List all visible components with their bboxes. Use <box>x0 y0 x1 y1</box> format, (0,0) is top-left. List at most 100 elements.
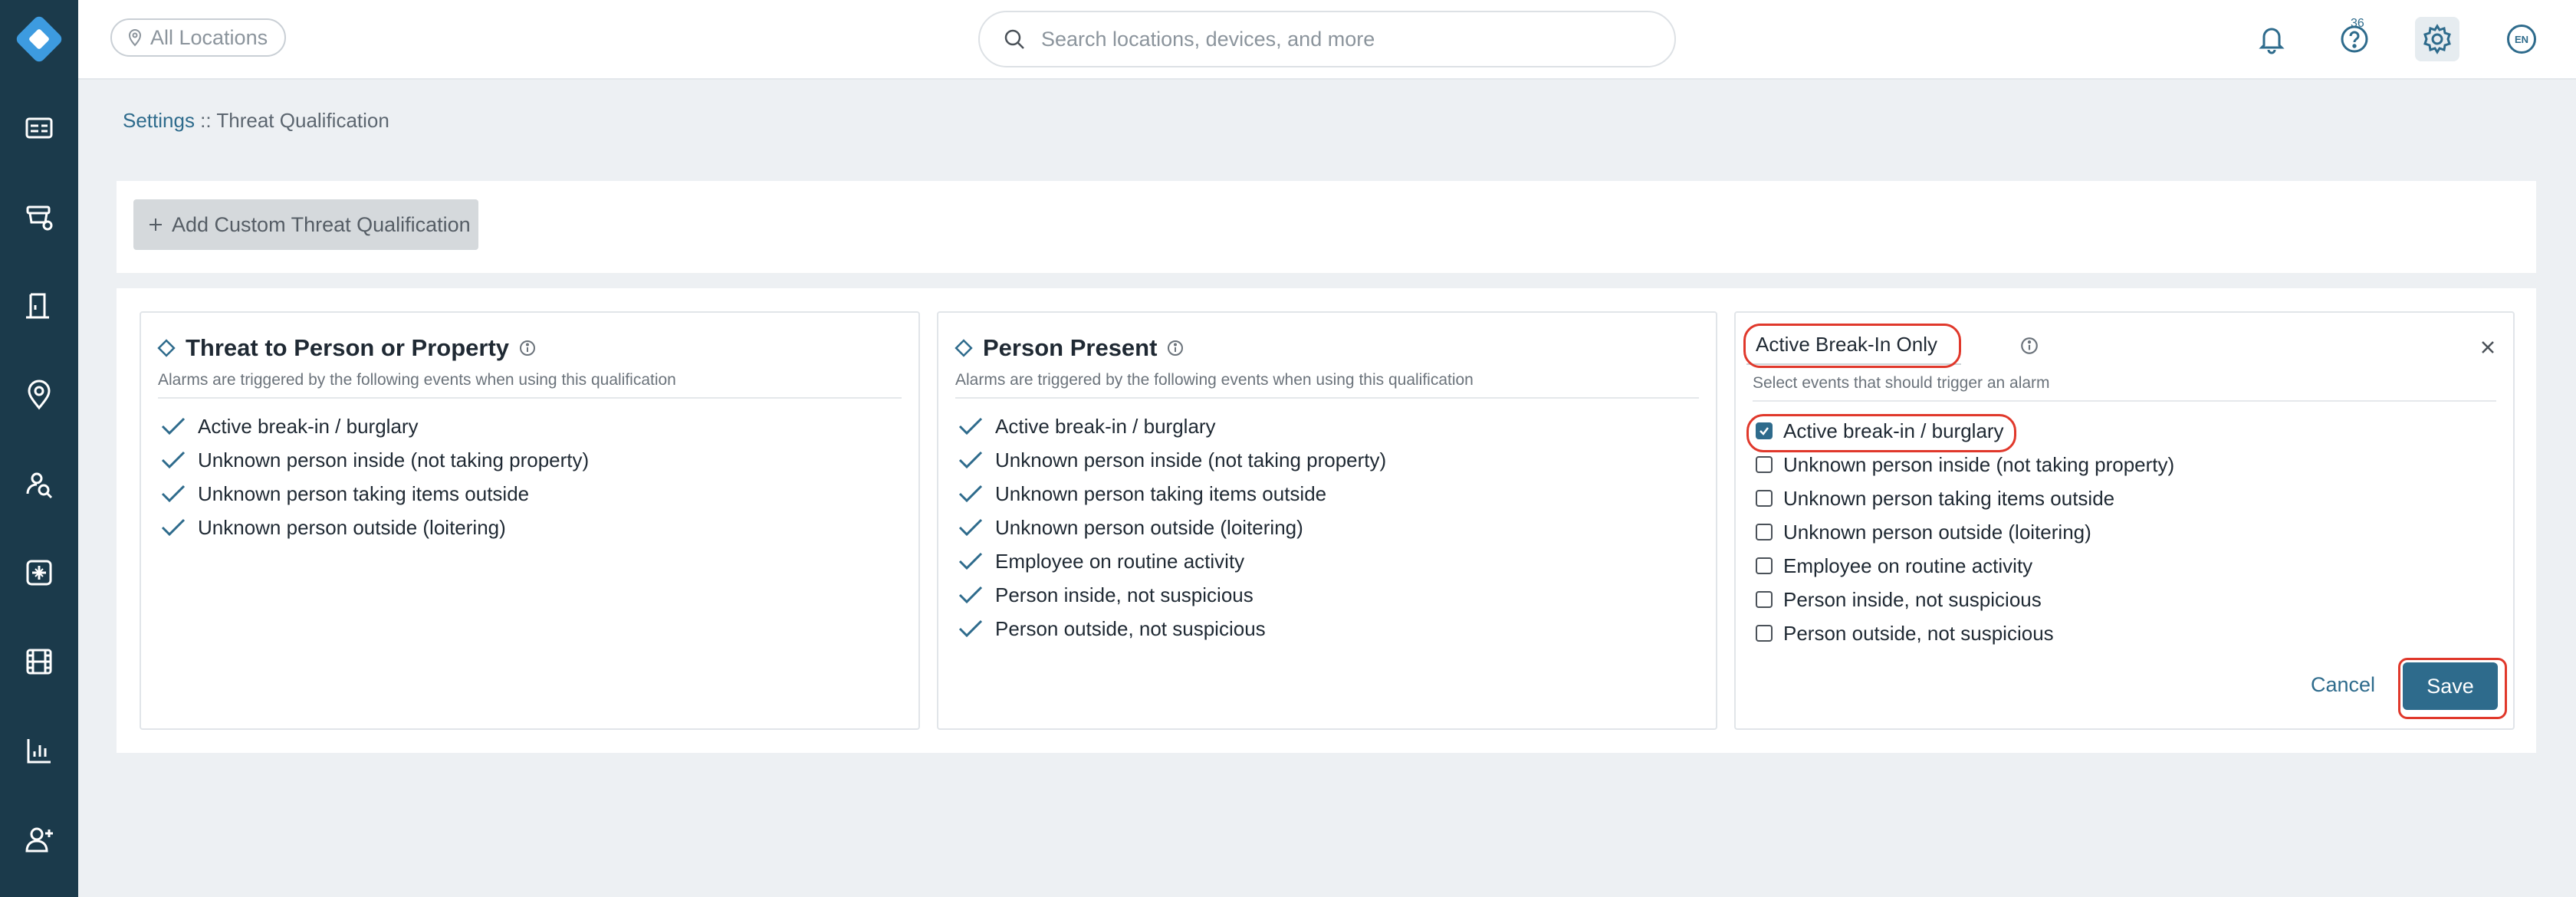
card-title: Threat to Person or Property <box>186 334 510 361</box>
card-title-row: Threat to Person or Property <box>156 334 537 362</box>
help-icon <box>2341 25 2368 53</box>
event-item: Person outside, not suspicious <box>957 612 1386 646</box>
option-label: Unknown person taking items outside <box>1783 486 2115 510</box>
video-film-icon[interactable] <box>20 642 58 681</box>
option-label: Employee on routine activity <box>1783 554 2033 577</box>
bell-icon <box>2259 28 2285 54</box>
check-icon <box>1760 427 1769 435</box>
check-icon <box>958 518 983 537</box>
event-label: Person outside, not suspicious <box>995 616 1266 640</box>
add-custom-threat-qualification-button[interactable]: Add Custom Threat Qualification <box>133 199 478 250</box>
plus-icon <box>150 219 162 231</box>
check-icon <box>161 485 186 503</box>
option-label: Active break-in / burglary <box>1783 419 2004 442</box>
qualification-card[interactable]: Threat to Person or Property Alarms are … <box>140 311 920 730</box>
card-title-row: Person Present <box>954 334 1184 362</box>
location-filter-label: All Locations <box>150 25 268 49</box>
event-item: Person inside, not suspicious <box>957 578 1386 612</box>
card-title: Person Present <box>983 334 1158 361</box>
qualification-card[interactable]: Person Present Alarms are triggered by t… <box>937 311 1717 730</box>
event-label: Active break-in / burglary <box>198 414 419 438</box>
reports-chart-icon[interactable] <box>20 731 58 770</box>
option-label: Person outside, not suspicious <box>1783 621 2054 645</box>
diamond-logo[interactable] <box>11 11 67 67</box>
info-icon[interactable] <box>1166 339 1184 357</box>
check-icon <box>958 417 983 435</box>
add-qualification-bar: Add Custom Threat Qualification <box>117 181 2536 273</box>
add-user-icon[interactable] <box>20 820 58 859</box>
location-pin-icon <box>128 29 142 47</box>
diamond-icon <box>157 339 176 357</box>
language-badge: EN <box>2507 25 2536 54</box>
investigate-icon[interactable] <box>20 465 58 503</box>
event-option[interactable]: Person inside, not suspicious <box>1756 583 2174 616</box>
breadcrumb-current: Threat Qualification <box>216 109 389 132</box>
event-label: Active break-in / burglary <box>995 414 1216 438</box>
checkbox[interactable] <box>1756 456 1773 473</box>
event-option[interactable]: Person outside, not suspicious <box>1756 616 2174 650</box>
info-icon[interactable] <box>2019 336 2039 356</box>
divider <box>955 397 1699 399</box>
gear-icon <box>2423 24 2451 54</box>
event-item: Unknown person inside (not taking proper… <box>159 443 589 477</box>
add-button-label: Add Custom Threat Qualification <box>172 212 471 236</box>
search-bar[interactable] <box>978 11 1676 67</box>
checkbox[interactable] <box>1756 524 1773 540</box>
qualification-cards: Threat to Person or Property Alarms are … <box>117 288 2536 753</box>
close-icon[interactable] <box>2476 336 2499 359</box>
dashboard-icon[interactable] <box>20 109 58 147</box>
event-options: Active break-in / burglary Unknown perso… <box>1756 414 2174 650</box>
event-item: Employee on routine activity <box>957 544 1386 578</box>
event-option[interactable]: Unknown person inside (not taking proper… <box>1756 448 2174 481</box>
checkbox[interactable] <box>1756 490 1773 507</box>
event-item: Active break-in / burglary <box>957 409 1386 443</box>
event-label: Unknown person inside (not taking proper… <box>995 448 1387 472</box>
checkbox[interactable] <box>1756 591 1773 608</box>
qualification-name-input[interactable] <box>1746 325 1961 365</box>
checkbox[interactable] <box>1756 557 1773 574</box>
divider <box>1753 400 2496 402</box>
event-item: Unknown person taking items outside <box>957 477 1386 511</box>
breadcrumb: Settings :: Threat Qualification <box>123 109 389 133</box>
location-filter[interactable]: All Locations <box>110 18 287 57</box>
option-label: Person inside, not suspicious <box>1783 587 2042 611</box>
option-label: Unknown person inside (not taking proper… <box>1783 452 2175 476</box>
devices-icon[interactable] <box>20 198 58 236</box>
event-label: Unknown person taking items outside <box>198 481 530 505</box>
info-icon[interactable] <box>518 339 537 357</box>
incidents-icon[interactable] <box>20 554 58 592</box>
checkbox-checked[interactable] <box>1756 422 1773 439</box>
language-button[interactable]: EN <box>2499 17 2544 61</box>
help-button[interactable] <box>2332 17 2377 61</box>
settings-button[interactable] <box>2415 17 2459 61</box>
event-item: Unknown person outside (loitering) <box>159 511 589 544</box>
check-icon <box>958 552 983 570</box>
notifications-button[interactable] <box>2249 17 2294 61</box>
access-door-icon[interactable] <box>20 287 58 325</box>
event-item: Unknown person outside (loitering) <box>957 511 1386 544</box>
event-label: Unknown person taking items outside <box>995 481 1327 505</box>
checkbox[interactable] <box>1756 625 1773 642</box>
event-option[interactable]: Employee on routine activity <box>1756 549 2174 583</box>
event-option[interactable]: Unknown person taking items outside <box>1756 481 2174 515</box>
event-label: Unknown person outside (loitering) <box>995 515 1303 539</box>
location-pin-icon[interactable] <box>20 376 58 414</box>
breadcrumb-settings-link[interactable]: Settings <box>123 109 195 132</box>
sidebar <box>0 0 78 897</box>
event-item: Active break-in / burglary <box>159 409 589 443</box>
editor-subtitle: Select events that should trigger an ala… <box>1753 374 2050 392</box>
event-option[interactable]: Unknown person outside (loitering) <box>1756 515 2174 549</box>
check-icon <box>161 417 186 435</box>
event-item: Unknown person taking items outside <box>159 477 589 511</box>
divider <box>158 397 902 399</box>
cancel-button[interactable]: Cancel <box>2311 673 2375 697</box>
event-label: Employee on routine activity <box>995 549 1245 573</box>
check-icon <box>958 619 983 638</box>
event-option[interactable]: Active break-in / burglary <box>1756 414 2174 448</box>
custom-qualification-editor: Select events that should trigger an ala… <box>1734 311 2515 730</box>
event-list: Active break-in / burglary Unknown perso… <box>957 409 1386 646</box>
search-input[interactable] <box>1040 26 1625 52</box>
save-button[interactable]: Save <box>2403 662 2498 710</box>
event-label: Unknown person outside (loitering) <box>198 515 506 539</box>
top-header: All Locations 36 EN <box>78 0 2576 80</box>
